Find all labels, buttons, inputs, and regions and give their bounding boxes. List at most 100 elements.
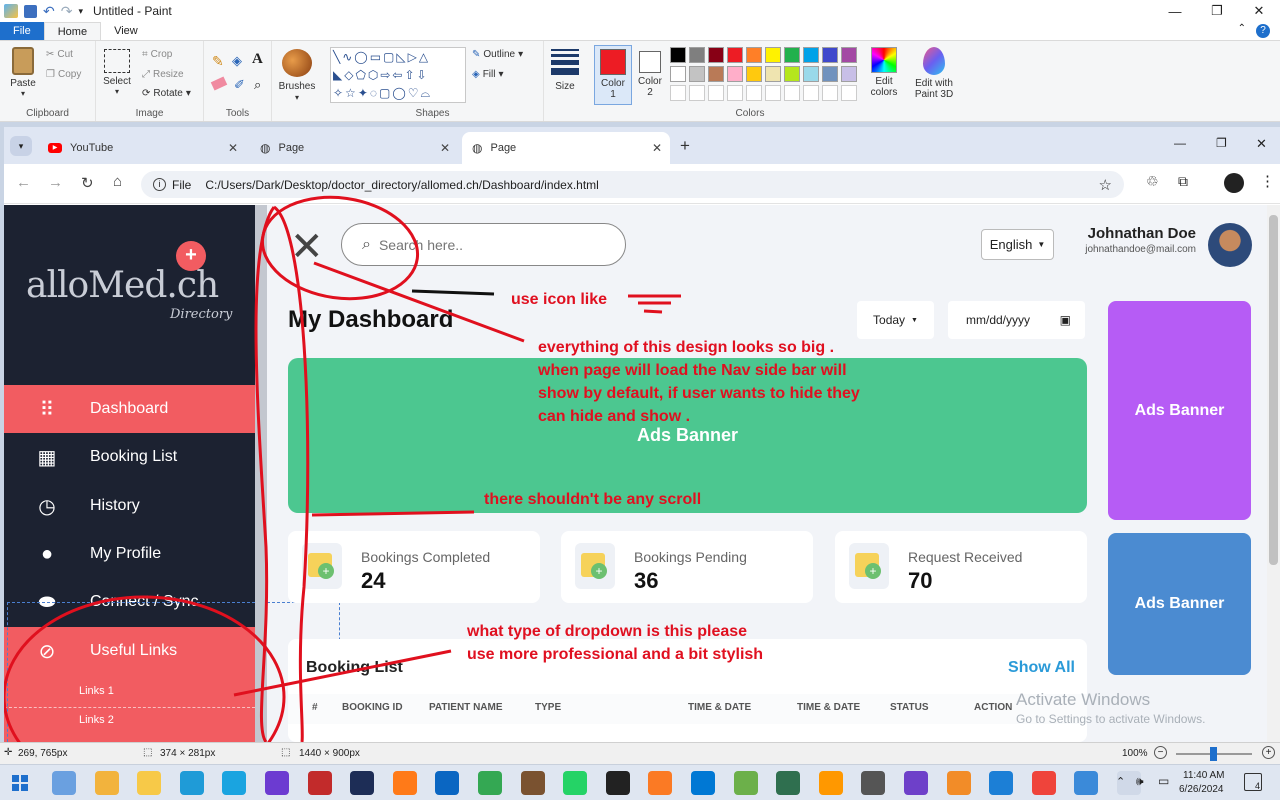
cut-button[interactable]: ✂ Cut	[46, 49, 73, 60]
custom-color-slot[interactable]	[803, 85, 819, 101]
gimp-icon[interactable]	[520, 771, 545, 795]
palette-color-swatch[interactable]	[765, 47, 781, 63]
game-app-icon[interactable]	[605, 771, 630, 795]
palette-color-swatch[interactable]	[746, 66, 762, 82]
vectornator-icon[interactable]	[265, 771, 289, 795]
size-button[interactable]: Size	[544, 41, 586, 121]
photoshop-icon[interactable]	[350, 771, 375, 795]
task-view-icon[interactable]	[52, 771, 76, 795]
box-icon[interactable]	[861, 771, 886, 795]
linkedin-icon[interactable]	[435, 771, 460, 795]
skype-icon[interactable]	[222, 771, 247, 795]
filezilla-icon[interactable]	[307, 771, 332, 795]
custom-color-slot[interactable]	[841, 85, 857, 101]
sublime-text-icon[interactable]	[946, 771, 971, 795]
clock-date[interactable]: 6/26/2024	[1179, 784, 1224, 795]
palette-color-swatch[interactable]	[727, 47, 743, 63]
zoom-in-icon[interactable]: +	[1262, 746, 1275, 759]
ribbon-collapse-icon[interactable]: ⌃	[1238, 23, 1246, 34]
volume-icon[interactable]: 🕪	[1136, 774, 1144, 789]
whatsapp-icon[interactable]	[563, 771, 588, 795]
tab-view[interactable]: View	[101, 22, 151, 40]
notification-icon[interactable]: 4	[1244, 773, 1262, 791]
fill-bucket-icon[interactable]: ◈	[232, 53, 242, 69]
tray-chevron-icon[interactable]: ⌃	[1116, 775, 1125, 788]
copy-button[interactable]: ❐ Copy	[46, 69, 81, 80]
pasted-browser-image[interactable]: ▾ ▶ YouTube ✕ ◍ Page ✕ ◍ Page ✕ + — ❐ ✕ …	[4, 127, 1280, 742]
close-icon[interactable]: ✕	[1238, 0, 1280, 22]
remote-icon[interactable]	[1074, 771, 1099, 795]
palette-color-swatch[interactable]	[822, 47, 838, 63]
chrome-icon[interactable]	[478, 771, 502, 795]
tab-file[interactable]: File	[0, 22, 44, 40]
undo-icon[interactable]: ↶	[43, 3, 55, 20]
custom-color-slot[interactable]	[708, 85, 724, 101]
palette-color-swatch[interactable]	[670, 66, 686, 82]
magnifier-icon[interactable]: ⌕	[254, 77, 261, 93]
palette-color-swatch[interactable]	[765, 66, 781, 82]
pencil-icon[interactable]: ✎	[212, 53, 224, 70]
outline-button[interactable]: ✎ Outline ▾	[472, 49, 523, 60]
eraser-icon[interactable]	[210, 76, 228, 91]
redo-icon[interactable]: ↷	[61, 3, 73, 20]
brushes-button[interactable]: Brushes ▾	[272, 41, 322, 121]
windows-start-icon[interactable]	[12, 775, 28, 791]
minimize-icon[interactable]: —	[1154, 0, 1196, 22]
fill-button[interactable]: ◈ Fill ▾	[472, 69, 504, 80]
zoom-out-icon[interactable]: −	[1154, 746, 1167, 759]
palette-color-swatch[interactable]	[689, 47, 705, 63]
custom-color-slot[interactable]	[765, 85, 781, 101]
paste-button[interactable]: Paste ▾	[6, 47, 40, 98]
custom-color-slot[interactable]	[822, 85, 838, 101]
custom-color-slot[interactable]	[746, 85, 762, 101]
maximize-icon[interactable]: ❐	[1196, 0, 1238, 22]
palette-color-swatch[interactable]	[803, 47, 819, 63]
palette-color-swatch[interactable]	[746, 47, 762, 63]
resize-button[interactable]: ⤢ Resize	[142, 69, 184, 80]
palette-color-swatch[interactable]	[822, 66, 838, 82]
paint3d-button[interactable]: Edit with Paint 3D	[910, 47, 958, 100]
github-icon[interactable]	[904, 771, 928, 795]
store-icon[interactable]	[94, 771, 119, 795]
git-icon[interactable]	[776, 771, 801, 795]
palette-color-swatch[interactable]	[689, 66, 705, 82]
palette-color-swatch[interactable]	[708, 66, 724, 82]
color2-button[interactable]: Color 2	[636, 45, 664, 105]
notepad-icon[interactable]	[733, 771, 758, 795]
clock-time[interactable]: 11:40 AM	[1183, 770, 1225, 781]
tab-home[interactable]: Home	[43, 22, 102, 40]
palette-color-swatch[interactable]	[784, 47, 800, 63]
custom-color-slot[interactable]	[670, 85, 686, 101]
customize-qat-icon[interactable]: ▾	[78, 6, 83, 17]
zoom-slider-thumb[interactable]	[1210, 747, 1217, 761]
custom-color-slot[interactable]	[727, 85, 743, 101]
save-icon[interactable]	[24, 4, 37, 18]
crop-button[interactable]: ⌗ Crop	[142, 49, 172, 60]
file-explorer-icon[interactable]	[137, 771, 162, 795]
palette-color-swatch[interactable]	[784, 66, 800, 82]
shapes-gallery[interactable]: ╲∿◯▭▢◺▷△ ◣◇⬠⬡⇨⇦⇧⇩ ✧☆✦◌▢◯♡⌓	[330, 47, 466, 103]
custom-color-slot[interactable]	[689, 85, 705, 101]
palette-color-swatch[interactable]	[841, 66, 857, 82]
help-icon[interactable]: ?	[1256, 24, 1270, 38]
zoom-slider[interactable]	[1176, 747, 1252, 761]
edge-dev-icon[interactable]	[989, 771, 1014, 795]
rotate-button[interactable]: ⟳ Rotate ▾	[142, 88, 191, 99]
palette-color-swatch[interactable]	[841, 47, 857, 63]
color1-button[interactable]: Color 1	[594, 45, 632, 105]
select-button[interactable]: Select ▾	[102, 49, 132, 96]
anydesk-icon[interactable]	[1031, 771, 1056, 795]
palette-color-swatch[interactable]	[803, 66, 819, 82]
edit-colors-button[interactable]: Edit colors	[866, 47, 902, 98]
network-icon[interactable]: ▭	[1158, 774, 1169, 788]
sublime-icon[interactable]	[818, 771, 843, 795]
palette-color-swatch[interactable]	[708, 47, 724, 63]
palette-color-swatch[interactable]	[727, 66, 743, 82]
text-icon[interactable]: A	[252, 51, 263, 68]
xampp-icon[interactable]	[648, 771, 673, 795]
palette-color-swatch[interactable]	[670, 47, 686, 63]
vscode-icon[interactable]	[691, 771, 715, 795]
edge-icon[interactable]	[179, 771, 204, 795]
color-picker-icon[interactable]: ✐	[234, 77, 245, 93]
custom-color-slot[interactable]	[784, 85, 800, 101]
